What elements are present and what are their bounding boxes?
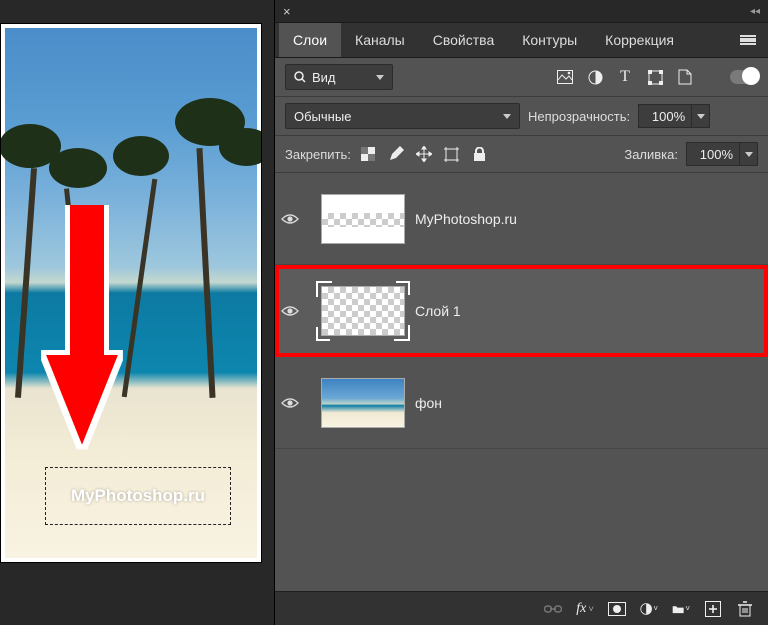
panel-menu-icon[interactable] — [732, 35, 764, 45]
watermark-text: MyPhotoshop.ru — [46, 486, 230, 506]
selection-marquee[interactable]: MyPhotoshop.ru — [45, 467, 231, 525]
opacity-dropdown[interactable] — [692, 104, 710, 128]
tab-layers[interactable]: Слои — [279, 23, 341, 57]
panel-tabs: Слои Каналы Свойства Контуры Коррекция — [275, 22, 768, 58]
layer-thumbnail[interactable] — [321, 286, 405, 336]
layer-effects-icon[interactable]: fx ˅ — [576, 600, 594, 618]
layer-thumbnail[interactable] — [321, 194, 405, 244]
layers-list: MyPhotoshop.ru Слой 1 фон — [275, 173, 768, 591]
layer-row[interactable]: Слой 1 — [275, 265, 768, 357]
close-icon[interactable]: × — [283, 4, 291, 19]
lock-position-icon[interactable] — [415, 145, 433, 163]
lock-label: Закрепить: — [285, 147, 351, 162]
document-canvas[interactable]: MyPhotoshop.ru — [0, 23, 262, 563]
filter-type-icon[interactable]: T — [614, 66, 636, 88]
lock-all-icon[interactable] — [471, 145, 489, 163]
lock-artboard-icon[interactable] — [443, 145, 461, 163]
layers-bottom-bar: fx ˅ ˅ ˅ — [275, 591, 768, 625]
layer-thumbnail[interactable] — [321, 378, 405, 428]
new-adjustment-icon[interactable]: ˅ — [640, 600, 658, 618]
visibility-toggle[interactable] — [281, 305, 311, 317]
layer-row[interactable]: MyPhotoshop.ru — [275, 173, 768, 265]
opacity-input[interactable]: 100% — [638, 104, 692, 128]
tab-channels[interactable]: Каналы — [341, 23, 419, 57]
layer-filter-select[interactable]: Вид — [285, 64, 393, 90]
blend-mode-value: Обычные — [294, 109, 351, 124]
layer-name[interactable]: MyPhotoshop.ru — [415, 211, 517, 227]
filter-shape-icon[interactable] — [644, 66, 666, 88]
layer-name[interactable]: фон — [415, 395, 442, 411]
opacity-label: Непрозрачность: — [528, 109, 630, 124]
layers-panel: × ◂◂ Слои Каналы Свойства Контуры Коррек… — [274, 0, 768, 625]
link-layers-icon — [544, 600, 562, 618]
visibility-toggle[interactable] — [281, 397, 311, 409]
new-layer-icon[interactable] — [704, 600, 722, 618]
filter-adjustment-icon[interactable] — [584, 66, 606, 88]
filter-pixel-icon[interactable] — [554, 66, 576, 88]
new-group-icon[interactable]: ˅ — [672, 600, 690, 618]
blend-mode-select[interactable]: Обычные — [285, 103, 520, 129]
collapse-icon[interactable]: ◂◂ — [750, 6, 760, 17]
tab-properties[interactable]: Свойства — [419, 23, 508, 57]
filter-smartobject-icon[interactable] — [674, 66, 696, 88]
fill-label: Заливка: — [624, 147, 678, 162]
tab-paths[interactable]: Контуры — [508, 23, 591, 57]
add-mask-icon[interactable] — [608, 600, 626, 618]
layer-row[interactable]: фон — [275, 357, 768, 449]
fill-input[interactable]: 100% — [686, 142, 740, 166]
delete-layer-icon[interactable] — [736, 600, 754, 618]
lock-pixels-icon[interactable] — [387, 145, 405, 163]
lock-transparency-icon[interactable] — [359, 145, 377, 163]
tab-adjustments[interactable]: Коррекция — [591, 23, 688, 57]
filter-toggle[interactable] — [730, 70, 758, 84]
visibility-toggle[interactable] — [281, 213, 311, 225]
layer-name[interactable]: Слой 1 — [415, 303, 461, 319]
fill-dropdown[interactable] — [740, 142, 758, 166]
layer-filter-label: Вид — [312, 70, 336, 85]
